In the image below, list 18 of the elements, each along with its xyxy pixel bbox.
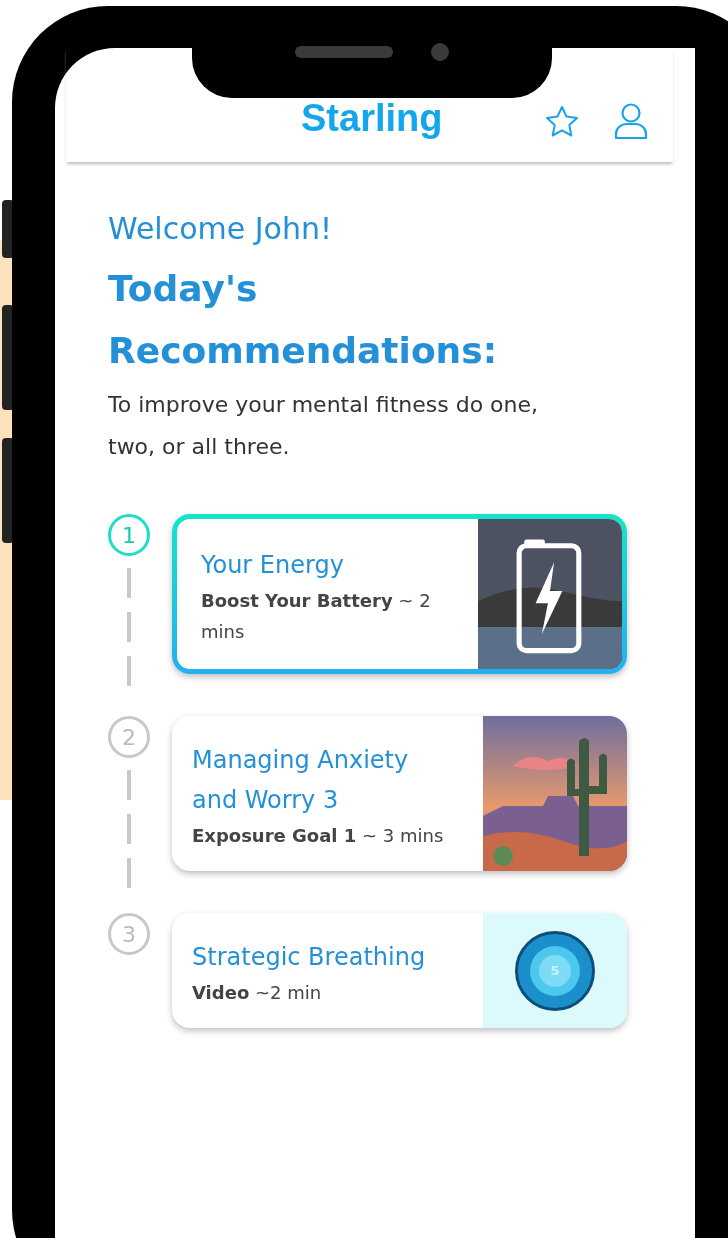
recommendation-card[interactable]: Managing Anxiety and Worry 3 Exposure Goal 1 ~ 3 mins <box>172 716 627 872</box>
card-title: Managing Anxiety and Worry 3 <box>192 745 410 817</box>
step-number: 3 <box>108 913 150 956</box>
app-logo: Starling <box>301 97 443 140</box>
intro-text: To improve your mental fitness do one, two, or all three. <box>108 391 540 461</box>
card-title: Strategic Breathing <box>192 942 427 974</box>
step-number: 2 <box>108 716 150 759</box>
card-subtitle: Exposure Goal 1 ~ 3 mins <box>192 824 445 849</box>
star-icon[interactable] <box>544 104 580 140</box>
page-heading: Today's Recommendations: <box>108 267 499 373</box>
step-number: 1 <box>108 514 150 556</box>
card-title: Your Energy <box>201 550 345 582</box>
card-subtitle: Boost Your Battery ~ 2 mins <box>201 589 432 645</box>
breathing-illustration: 5 <box>483 913 627 1029</box>
user-icon[interactable] <box>614 102 648 140</box>
recommendation-card[interactable]: Strategic Breathing Video ~2 min 5 <box>172 913 627 1029</box>
greeting: Welcome John! <box>108 210 334 248</box>
card-subtitle: Video ~2 min <box>192 981 323 1006</box>
